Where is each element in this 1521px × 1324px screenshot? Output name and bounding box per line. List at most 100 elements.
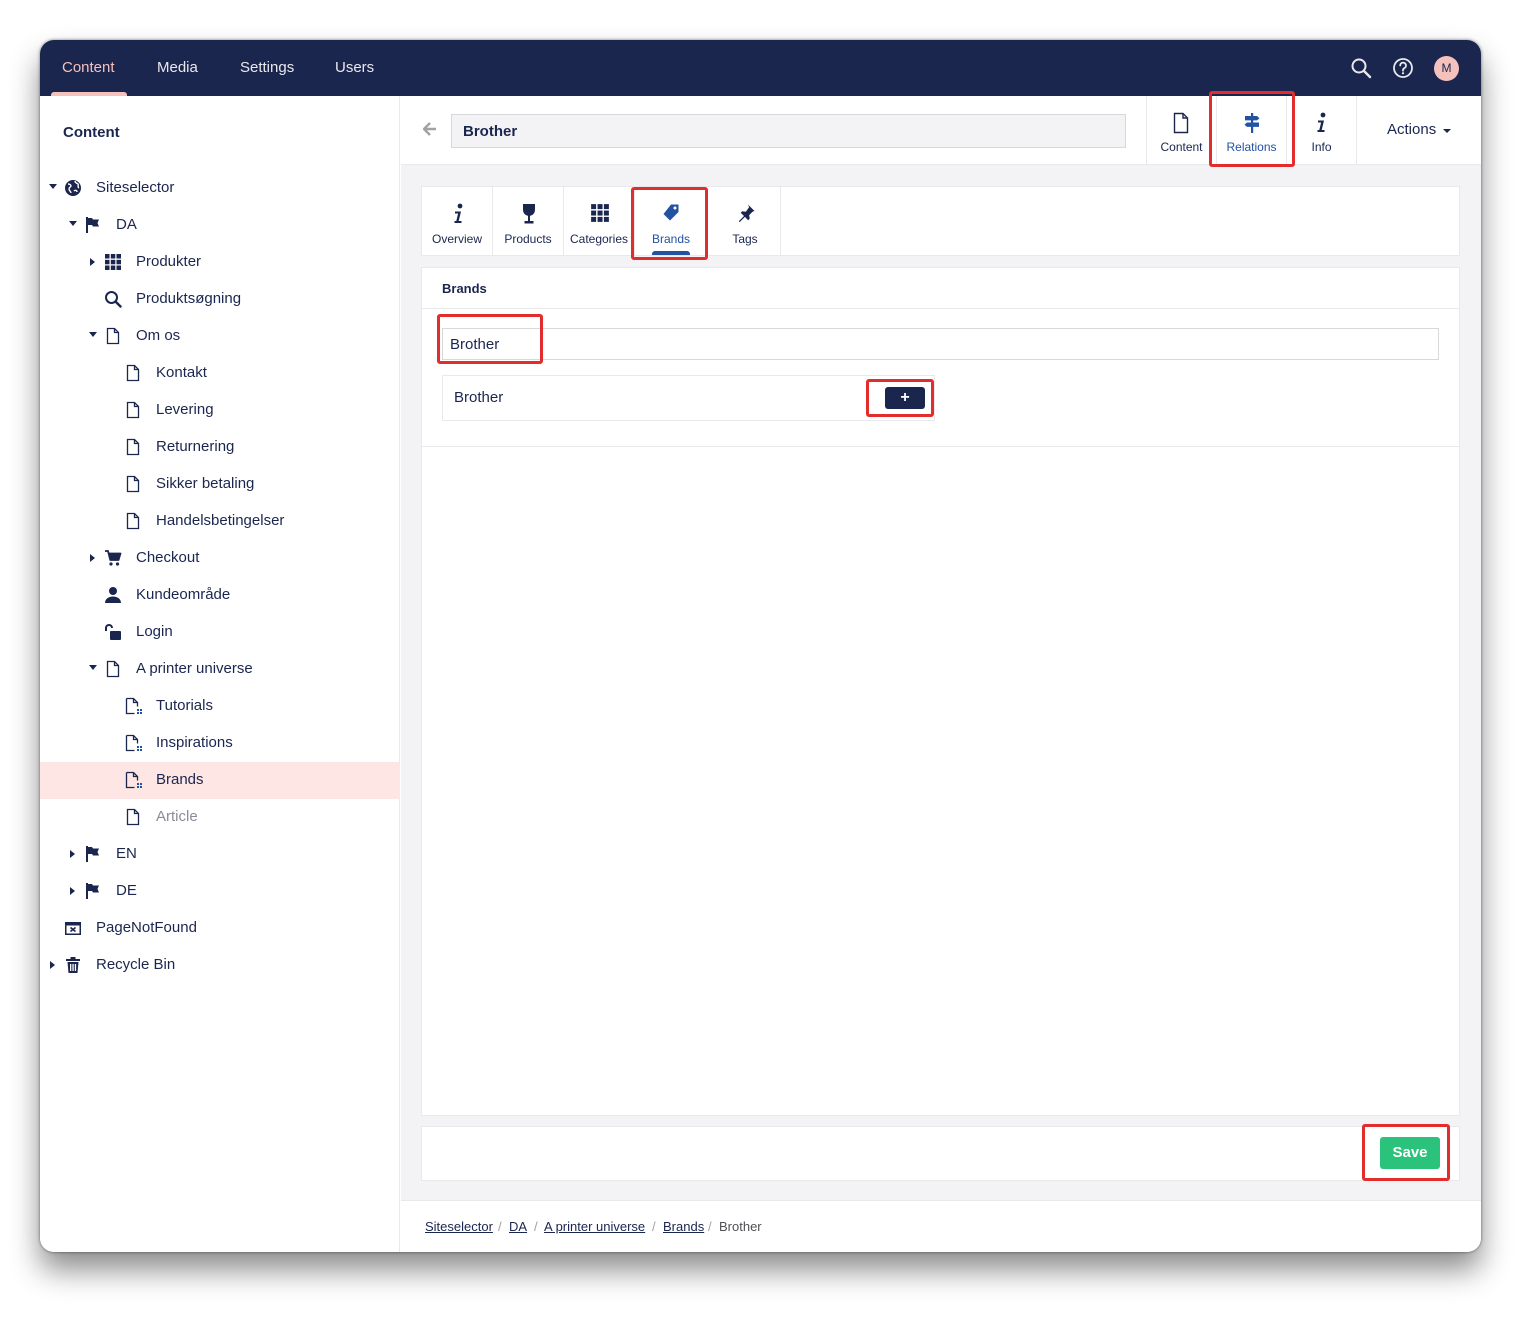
tree-item-siteselector[interactable]: Siteselector [40,170,400,207]
app-tab-content[interactable]: Content [1146,96,1216,165]
app-window: Content Media Settings Users M Content S… [40,40,1481,1252]
tree-caret-expanded[interactable] [49,184,57,189]
tree-item-tutorials[interactable]: Tutorials [40,688,400,725]
subtab-label: Overview [431,232,482,246]
tree-item-label: Checkout [136,549,200,566]
signpost-icon [1244,113,1260,133]
app-tab-info[interactable]: Info [1286,96,1356,165]
tree-item-label: Returnering [156,438,235,455]
tree-item-article[interactable]: Article [40,799,400,836]
cart-icon [104,549,122,567]
tree-item-checkout[interactable]: Checkout [40,540,400,577]
tree-item-label: PageNotFound [96,919,197,936]
tree-item-recycle-bin[interactable]: Recycle Bin [40,947,400,984]
document-icon [124,475,142,493]
document-list-icon [124,734,142,752]
tree-caret-expanded[interactable] [89,665,97,670]
tree-item-om-os[interactable]: Om os [40,318,400,355]
grid-icon [591,204,609,222]
grid-icon [104,253,122,271]
tree-item-en[interactable]: EN [40,836,400,873]
breadcrumb-separator: / [498,1219,502,1234]
tree-caret-expanded[interactable] [89,332,97,337]
app-tab-label: Relations [1226,140,1277,154]
tree-caret-collapsed[interactable] [70,887,75,895]
topnav-settings[interactable]: Settings [240,40,294,96]
tree-item-produkter[interactable]: Produkter [40,244,400,281]
subtab-label: Brands [651,232,691,246]
panel-header: Brands [422,268,1459,309]
top-navigation: Content Media Settings Users M [40,40,1481,96]
subtab-label: Tags [732,232,758,246]
tree-item-da[interactable]: DA [40,207,400,244]
flag-icon [84,882,102,900]
breadcrumb-item[interactable]: Siteselector [425,1219,493,1234]
save-button[interactable]: Save [1380,1137,1440,1169]
tree-item-a-printer-universe[interactable]: A printer universe [40,651,400,688]
tree-item-label: Kontakt [156,364,207,381]
subtab-overview[interactable]: Overview [422,187,493,255]
add-brand-button[interactable]: + [885,387,925,409]
tree-caret-collapsed[interactable] [90,258,95,266]
document-icon [124,438,142,456]
tree-item-de[interactable]: DE [40,873,400,910]
document-icon [124,401,142,419]
tree-item-label: Recycle Bin [96,956,176,973]
tree-item-produktsogning[interactable]: Produktsøgning [40,281,400,318]
tree-item-inspirations[interactable]: Inspirations [40,725,400,762]
tree-item-label: Login [136,623,173,640]
topnav-media[interactable]: Media [157,40,198,96]
topnav-users[interactable]: Users [335,40,374,96]
breadcrumb-item[interactable]: Brands [663,1219,704,1234]
tree-item-brands[interactable]: Brands [40,762,400,799]
breadcrumb-item[interactable]: DA [509,1219,527,1234]
actions-dropdown-button[interactable]: Actions [1356,96,1481,165]
back-arrow-icon[interactable] [422,122,437,136]
help-icon[interactable] [1391,56,1415,80]
document-list-icon [124,771,142,789]
subtab-categories[interactable]: Categories [564,187,635,255]
subtab-tags[interactable]: Tags [710,187,781,255]
app-tab-relations[interactable]: Relations [1216,96,1286,165]
unlock-icon [104,623,122,641]
tree-item-sikker-betaling[interactable]: Sikker betaling [40,466,400,503]
breadcrumb-item[interactable]: A printer universe [544,1219,645,1234]
pin-icon [739,204,755,222]
breadcrumb-current: Brother [719,1219,762,1234]
tree-caret-collapsed[interactable] [70,850,75,858]
sidebar-title: Content [63,124,120,141]
subtab-products[interactable]: Products [493,187,564,255]
content-tree-sidebar: Content Siteselector DA Produkter Produk… [40,96,400,1252]
tree-item-levering[interactable]: Levering [40,392,400,429]
tree-item-login[interactable]: Login [40,614,400,651]
content-name-input[interactable] [451,114,1126,148]
subtab-active-indicator [652,251,690,255]
topnav-content[interactable]: Content [62,40,115,96]
tree-item-handelsbetingelser[interactable]: Handelsbetingelser [40,503,400,540]
subtab-label: Categories [569,232,629,246]
tree-item-label: Produkter [136,253,202,270]
brand-search-input[interactable] [442,328,1439,360]
tree-item-label: Inspirations [156,734,233,751]
tree-caret-collapsed[interactable] [50,961,55,969]
document-icon [124,808,142,826]
user-avatar[interactable]: M [1434,56,1459,81]
breadcrumb-separator: / [652,1219,656,1234]
actions-label: Actions [1387,121,1437,138]
tree-item-kontakt[interactable]: Kontakt [40,355,400,392]
tree-caret-expanded[interactable] [69,221,77,226]
tree-caret-collapsed[interactable] [90,554,95,562]
tree-item-label: Om os [136,327,181,344]
document-icon [104,660,122,678]
tree-item-kundeomrade[interactable]: Kundeområde [40,577,400,614]
subtab-brands[interactable]: Brands [635,187,707,255]
result-name: Brother [454,389,504,406]
tree-item-label: EN [116,845,137,862]
editor-body: Overview Products Categories Brands Tags [401,165,1481,1200]
trash-icon [64,956,82,974]
tree-item-pagenotfound[interactable]: PageNotFound [40,910,400,947]
tree-item-label: A printer universe [136,660,253,677]
tree-item-returnering[interactable]: Returnering [40,429,400,466]
search-icon[interactable] [1349,56,1373,80]
tree-item-label: Produktsøgning [136,290,242,307]
